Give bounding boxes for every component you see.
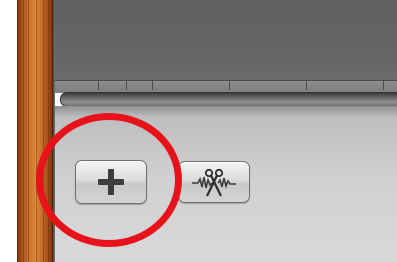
split-button[interactable] (178, 161, 250, 203)
plus-icon (98, 169, 124, 195)
screenshot-frame (0, 0, 397, 262)
ruler-tick (229, 80, 230, 90)
horizontal-scrollbar[interactable] (60, 92, 397, 107)
ruler-tick (306, 80, 307, 90)
ruler-tick (383, 80, 384, 90)
scissors-waveform-icon (192, 168, 236, 197)
ruler-tick (152, 80, 153, 90)
track-editor-area[interactable] (55, 0, 397, 82)
ruler-tick (98, 80, 99, 90)
wood-side-panel (17, 0, 54, 262)
scrollbar-shadow (55, 106, 397, 116)
ruler-tick (126, 80, 127, 90)
add-button[interactable] (75, 160, 147, 204)
